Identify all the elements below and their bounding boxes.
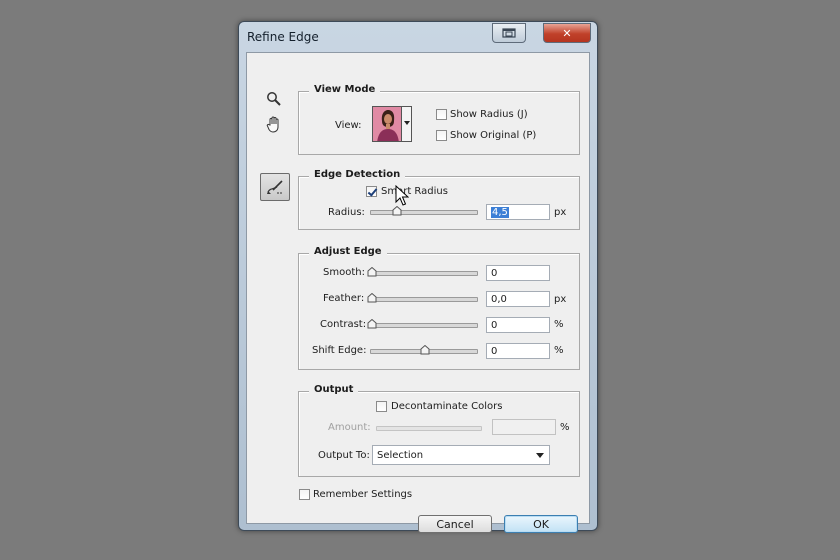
shift-edge-unit: % (554, 345, 564, 356)
view-label: View: (335, 120, 362, 131)
adjust-edge-group: Adjust Edge Smooth: 0 Feather: 0,0 px Co… (298, 246, 580, 370)
output-legend: Output (309, 384, 359, 395)
feather-input[interactable]: 0,0 (486, 291, 550, 307)
output-to-label: Output To: (318, 450, 370, 461)
window-title: Refine Edge (247, 30, 319, 44)
restore-icon (502, 28, 516, 38)
radius-unit: px (554, 207, 567, 218)
shift-edge-slider-thumb[interactable] (420, 345, 430, 355)
contrast-slider-thumb[interactable] (367, 319, 377, 329)
contrast-input[interactable]: 0 (486, 317, 550, 333)
hand-icon[interactable] (264, 113, 284, 135)
output-to-value: Selection (377, 450, 424, 461)
shift-edge-input[interactable]: 0 (486, 343, 550, 359)
refine-radius-brush-icon[interactable] (260, 173, 290, 201)
zoom-icon[interactable] (264, 89, 284, 109)
chevron-down-icon (536, 453, 544, 458)
close-icon: ✕ (562, 26, 572, 40)
mouse-cursor-icon (395, 184, 410, 210)
amount-slider (376, 426, 482, 431)
output-group: Output Decontaminate Colors Amount: % Ou… (298, 384, 580, 477)
view-mode-dropdown-button[interactable] (402, 106, 412, 142)
contrast-slider[interactable] (367, 319, 478, 329)
title-bar[interactable]: Refine Edge ✕ (239, 22, 597, 52)
show-radius-checkbox[interactable] (436, 109, 447, 120)
feather-slider-thumb[interactable] (367, 293, 377, 303)
shift-edge-slider[interactable] (370, 345, 478, 355)
shift-edge-label: Shift Edge: (312, 345, 367, 356)
feather-label: Feather: (323, 293, 365, 304)
remember-settings-checkbox[interactable] (299, 489, 310, 500)
view-mode-group: View Mode View: Show Radius (J) Show Ori… (298, 84, 580, 155)
smooth-slider[interactable] (367, 267, 478, 277)
remember-settings-label[interactable]: Remember Settings (313, 489, 412, 500)
radius-input-value: 4,5 (491, 207, 509, 218)
edge-detection-legend: Edge Detection (309, 169, 406, 180)
contrast-unit: % (554, 319, 564, 330)
decontaminate-colors-label[interactable]: Decontaminate Colors (391, 401, 502, 412)
smart-radius-label[interactable]: Smart Radius (381, 186, 448, 197)
edge-detection-group: Edge Detection Smart Radius Radius: 4,5 … (298, 169, 580, 230)
smart-radius-checkbox[interactable] (366, 186, 377, 197)
radius-input[interactable]: 4,5 (486, 204, 550, 220)
adjust-edge-legend: Adjust Edge (309, 246, 387, 257)
smooth-input[interactable]: 0 (486, 265, 550, 281)
ok-button[interactable]: OK (504, 515, 578, 533)
refine-edge-dialog: Refine Edge ✕ View Mode View: Show Radiu… (238, 21, 598, 533)
show-original-label[interactable]: Show Original (P) (450, 130, 536, 141)
output-to-select[interactable]: Selection (372, 445, 550, 465)
show-radius-label[interactable]: Show Radius (J) (450, 109, 528, 120)
amount-label: Amount: (328, 422, 371, 433)
feather-slider[interactable] (367, 293, 478, 303)
radius-label: Radius: (328, 207, 365, 218)
view-thumbnail[interactable] (372, 106, 402, 142)
feather-unit: px (554, 294, 567, 305)
view-thumbnail-image (373, 107, 401, 141)
radius-slider[interactable] (370, 206, 478, 216)
view-mode-legend: View Mode (309, 84, 381, 95)
cancel-button[interactable]: Cancel (418, 515, 492, 533)
show-original-checkbox[interactable] (436, 130, 447, 141)
smooth-slider-thumb[interactable] (367, 267, 377, 277)
dialog-body: View Mode View: Show Radius (J) Show Ori… (246, 52, 590, 533)
restore-button[interactable] (492, 23, 526, 43)
contrast-label: Contrast: (320, 319, 367, 330)
amount-unit: % (560, 422, 570, 433)
amount-input (492, 419, 556, 435)
decontaminate-colors-checkbox[interactable] (376, 401, 387, 412)
close-button[interactable]: ✕ (543, 23, 591, 43)
smooth-label: Smooth: (323, 267, 365, 278)
